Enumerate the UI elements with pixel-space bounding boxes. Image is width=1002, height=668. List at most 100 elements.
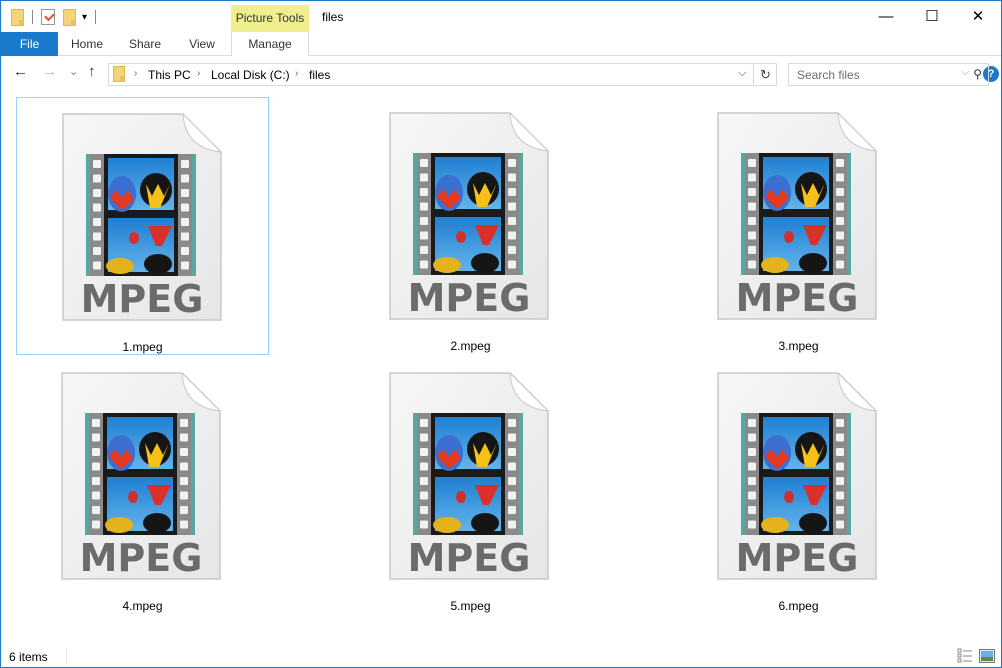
film-hole: [508, 260, 516, 269]
film-hole: [508, 159, 516, 167]
file-item-3[interactable]: MPEG 3.mpeg: [672, 97, 925, 355]
tab-manage[interactable]: Manage: [231, 32, 309, 56]
film-hole: [92, 477, 100, 485]
search-icon[interactable]: ⚲: [973, 67, 982, 81]
properties-check-icon[interactable]: [41, 9, 55, 25]
folder-icon[interactable]: [11, 8, 24, 26]
breadcrumb-separator[interactable]: ›: [295, 68, 298, 79]
file-item-2[interactable]: MPEG 2.mpeg: [344, 97, 597, 355]
folder-icon: [113, 66, 125, 82]
film-hole: [836, 419, 844, 427]
mpeg-type-label: MPEG: [736, 276, 859, 320]
film-hole: [420, 260, 428, 269]
separator: [66, 648, 67, 664]
mpeg-file-icon: MPEG: [62, 113, 223, 321]
mpeg-file-icon: MPEG: [61, 372, 222, 580]
film-hole: [92, 448, 100, 456]
file-name[interactable]: 2.mpeg: [344, 339, 597, 353]
film-hole: [836, 433, 844, 442]
tab-home[interactable]: Home: [58, 32, 116, 56]
separator: [32, 10, 33, 24]
file-name[interactable]: 4.mpeg: [16, 599, 269, 613]
forward-button[interactable]: →: [42, 63, 57, 80]
film-hole: [748, 159, 756, 167]
film-hole: [93, 232, 101, 241]
film-hole: [420, 202, 428, 211]
film-hole: [508, 433, 516, 442]
mpeg-file-icon: MPEG: [389, 112, 550, 320]
up-button[interactable]: ↑: [88, 63, 96, 80]
film-hole: [92, 520, 100, 529]
film-hole: [508, 202, 516, 211]
film-hole: [92, 491, 100, 500]
breadcrumb-local-disk[interactable]: Local Disk (C:): [211, 68, 290, 82]
film-hole: [508, 506, 516, 514]
film-hole: [748, 448, 756, 456]
tab-view[interactable]: View: [174, 32, 230, 56]
film-hole: [748, 433, 756, 442]
film-hole: [748, 173, 756, 182]
film-hole: [92, 506, 100, 514]
file-explorer-window: ▾ Picture Tools files — ☐ ✕ File Home Sh…: [0, 0, 1002, 668]
back-button[interactable]: ←: [13, 63, 28, 80]
film-hole: [836, 462, 844, 471]
film-hole: [508, 188, 516, 196]
file-name[interactable]: 1.mpeg: [17, 340, 268, 354]
film-hole: [748, 217, 756, 225]
film-hole: [420, 231, 428, 240]
film-hole: [420, 477, 428, 485]
file-name[interactable]: 6.mpeg: [672, 599, 925, 613]
film-hole: [420, 173, 428, 182]
film-hole: [181, 174, 189, 183]
file-item-1[interactable]: MPEG 1.mpeg: [16, 97, 269, 355]
film-hole: [420, 188, 428, 196]
customize-dropdown-icon[interactable]: ▾: [82, 12, 87, 23]
film-hole: [748, 520, 756, 529]
tab-share[interactable]: Share: [116, 32, 174, 56]
mpeg-type-label: MPEG: [736, 536, 859, 580]
film-hole: [836, 173, 844, 182]
maximize-button[interactable]: ☐: [909, 1, 955, 31]
new-folder-icon[interactable]: [63, 8, 76, 26]
address-dropdown-icon[interactable]: ⌵: [738, 67, 746, 80]
film-hole: [93, 218, 101, 226]
film-hole: [748, 188, 756, 196]
breadcrumb-files[interactable]: files: [309, 68, 330, 82]
film-hole: [181, 189, 189, 197]
tab-file[interactable]: File: [1, 32, 58, 56]
minimize-button[interactable]: —: [863, 1, 909, 31]
search-input[interactable]: Search files ⚲: [788, 63, 989, 86]
film-hole: [180, 419, 188, 427]
mpeg-type-label: MPEG: [408, 536, 531, 580]
film-hole: [836, 246, 844, 254]
breadcrumb-this-pc[interactable]: This PC: [148, 68, 191, 82]
address-bar[interactable]: › This PC › Local Disk (C:) › files ⌵: [108, 63, 754, 86]
film-hole: [836, 448, 844, 456]
breadcrumb-separator[interactable]: ›: [134, 68, 137, 79]
breadcrumb-separator[interactable]: ›: [197, 68, 200, 79]
film-hole: [836, 231, 844, 240]
quick-access-toolbar: ▾: [11, 7, 104, 27]
film-hole: [836, 159, 844, 167]
film-hole: [420, 448, 428, 456]
close-button[interactable]: ✕: [955, 1, 1001, 31]
film-hole: [180, 491, 188, 500]
file-item-5[interactable]: MPEG 5.mpeg: [344, 357, 597, 615]
ribbon-tabs: File Home Share View Manage ⌵ ?: [1, 32, 1001, 82]
film-hole: [180, 520, 188, 529]
file-name[interactable]: 5.mpeg: [344, 599, 597, 613]
file-item-6[interactable]: MPEG 6.mpeg: [672, 357, 925, 615]
refresh-button[interactable]: ↻: [755, 63, 777, 86]
file-item-4[interactable]: MPEG 4.mpeg: [16, 357, 269, 615]
details-view-icon[interactable]: [957, 648, 973, 664]
film-hole: [420, 520, 428, 529]
film-hole: [508, 217, 516, 225]
film-hole: [93, 189, 101, 197]
film-hole: [748, 477, 756, 485]
film-hole: [420, 419, 428, 427]
file-name[interactable]: 3.mpeg: [672, 339, 925, 353]
large-icons-view-icon[interactable]: [979, 648, 995, 664]
recent-locations-button[interactable]: ⌄: [69, 65, 78, 78]
film-hole: [836, 188, 844, 196]
film-hole: [420, 462, 428, 471]
